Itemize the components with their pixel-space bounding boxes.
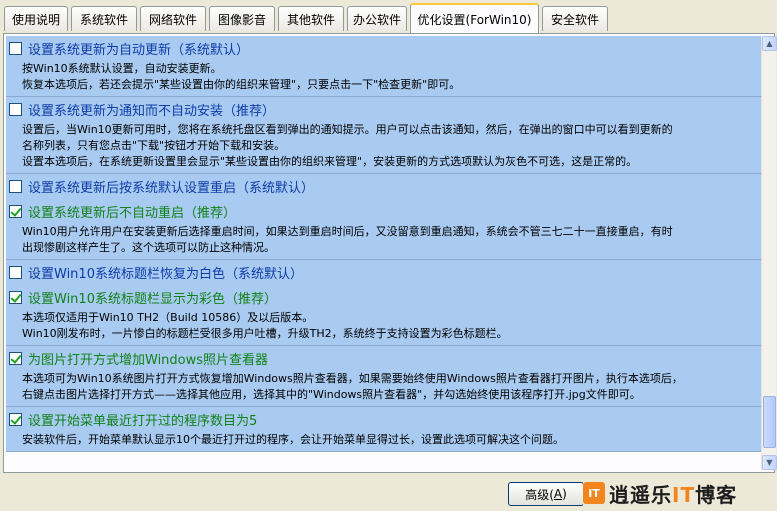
option-group-auto-update: 设置系统更新为自动更新（系统默认） 按Win10系统默认设置，自动安装更新。 恢…	[6, 36, 761, 97]
option-title: 设置系统更新为自动更新（系统默认）	[28, 43, 250, 58]
option-title: 设置系统更新后不自动重启（推荐）	[28, 206, 237, 221]
vertical-scrollbar[interactable]: ▲ ▼	[761, 36, 777, 470]
description-line: 设置后，当Win10更新可用时，您将在系统托盘区看到弹出的通知提示。用户可以点击…	[22, 123, 673, 136]
checkbox-icon[interactable]	[9, 42, 22, 55]
option-description: 本选项可为Win10系统图片打开方式恢复增加Windows照片查看器，如果需要始…	[6, 371, 761, 406]
option-description: Win10用户允许用户在安装更新后选择重启时间，如果达到重启时间后，又没留意到重…	[6, 224, 761, 259]
description-line: 设置本选项后，在系统更新设置里会显示"某些设置由你的组织来管理"，安装更新的方式…	[22, 155, 638, 168]
description-line: Win10刚发布时，一片惨白的标题栏受很多用户吐槽，升级TH2，系统终于支持设置…	[22, 327, 508, 340]
option-description: 安装软件后，开始菜单默认显示10个最近打开过的程序，会让开始菜单显得过长，设置此…	[6, 432, 761, 451]
description-line: Win10用户允许用户在安装更新后选择重启时间，如果达到重启时间后，又没留意到重…	[22, 225, 673, 238]
option-titlebar-color[interactable]: 设置Win10系统标题栏显示为彩色（推荐）	[6, 285, 761, 310]
logo-text-a: 逍遥乐	[609, 482, 672, 507]
option-photo-viewer[interactable]: 为图片打开方式增加Windows照片查看器	[6, 346, 761, 371]
checkbox-icon[interactable]	[9, 352, 22, 365]
scroll-up-arrow-icon[interactable]: ▲	[762, 36, 777, 51]
tab-security-software[interactable]: 安全软件	[542, 6, 608, 31]
option-title: 设置系统更新为通知而不自动安装（推荐）	[28, 104, 276, 119]
scroll-down-arrow-icon[interactable]: ▼	[762, 455, 777, 470]
description-line: 安装软件后，开始菜单默认显示10个最近打开过的程序，会让开始菜单显得过长，设置此…	[22, 433, 564, 446]
option-notify-update[interactable]: 设置系统更新为通知而不自动安装（推荐）	[6, 97, 761, 122]
checkbox-icon[interactable]	[9, 103, 22, 116]
checkbox-icon[interactable]	[9, 266, 22, 279]
option-titlebar-white[interactable]: 设置Win10系统标题栏恢复为白色（系统默认）	[6, 260, 761, 285]
logo-icon: IT	[583, 482, 605, 504]
checkbox-icon[interactable]	[9, 205, 22, 218]
option-description: 按Win10系统默认设置，自动安装更新。 恢复本选项后，若还会提示"某些设置由你…	[6, 61, 761, 96]
option-description: 本选项仅适用于Win10 TH2（Build 10586）及以后版本。 Win1…	[6, 310, 761, 345]
option-title: 设置Win10系统标题栏恢复为白色（系统默认）	[28, 267, 303, 282]
advanced-hotkey: A	[553, 487, 563, 501]
advanced-button[interactable]: 高级(A)	[508, 482, 584, 506]
option-group-restart: 设置系统更新后按系统默认设置重启（系统默认） 设置系统更新后不自动重启（推荐） …	[6, 174, 761, 260]
description-line: 恢复本选项后，若还会提示"某些设置由你的组织来管理"，只要点击一下"检查更新"即…	[22, 78, 461, 91]
option-group-start-menu: 设置开始菜单最近打开过的程序数目为5 安装软件后，开始菜单默认显示10个最近打开…	[6, 407, 761, 452]
description-line: 右键点击图片选择打开方式——选择其他应用，选择其中的"Windows照片查看器"…	[22, 388, 641, 401]
checkbox-icon[interactable]	[9, 291, 22, 304]
checkbox-icon[interactable]	[9, 413, 22, 426]
tab-usage[interactable]: 使用说明	[4, 6, 68, 31]
option-group-notify-update: 设置系统更新为通知而不自动安装（推荐） 设置后，当Win10更新可用时，您将在系…	[6, 97, 761, 174]
description-line: 本选项可为Win10系统图片打开方式恢复增加Windows照片查看器，如果需要始…	[22, 372, 683, 385]
tab-other-software[interactable]: 其他软件	[278, 6, 344, 31]
logo-text-b: 博客	[695, 482, 738, 507]
option-no-auto-restart[interactable]: 设置系统更新后不自动重启（推荐）	[6, 199, 761, 224]
logo-text-highlight: IT	[672, 482, 696, 507]
option-title: 设置开始菜单最近打开过的程序数目为5	[28, 414, 258, 429]
description-line: 按Win10系统默认设置，自动安装更新。	[22, 62, 222, 75]
option-auto-update[interactable]: 设置系统更新为自动更新（系统默认）	[6, 36, 761, 61]
option-group-photo-viewer: 为图片打开方式增加Windows照片查看器 本选项可为Win10系统图片打开方式…	[6, 346, 761, 407]
tab-office-software[interactable]: 办公软件	[347, 6, 407, 31]
tab-network-software[interactable]: 网络软件	[140, 6, 206, 31]
scrollbar-thumb[interactable]	[763, 396, 776, 448]
description-line: 本选项仅适用于Win10 TH2（Build 10586）及以后版本。	[22, 311, 314, 324]
option-group-titlebar: 设置Win10系统标题栏恢复为白色（系统默认） 设置Win10系统标题栏显示为彩…	[6, 260, 761, 346]
option-description: 设置后，当Win10更新可用时，您将在系统托盘区看到弹出的通知提示。用户可以点击…	[6, 122, 761, 173]
options-list: 设置系统更新为自动更新（系统默认） 按Win10系统默认设置，自动安装更新。 恢…	[6, 36, 761, 470]
options-panel: 设置系统更新为自动更新（系统默认） 按Win10系统默认设置，自动安装更新。 恢…	[3, 33, 777, 473]
option-title: 为图片打开方式增加Windows照片查看器	[28, 353, 269, 368]
description-line: 出现惨剧这样产生了。这个选项可以防止这种情况。	[22, 241, 275, 254]
advanced-suffix: )	[562, 487, 567, 501]
footer-bar: 高级(A) IT 逍遥乐IT博客	[0, 474, 777, 511]
advanced-label: 高级(	[525, 487, 554, 502]
description-line: 名称列表，只有您点击"下载"按钮才开始下载和安装。	[22, 139, 286, 152]
option-title: 设置Win10系统标题栏显示为彩色（推荐）	[28, 292, 277, 307]
logo-text: 逍遥乐IT博客	[609, 479, 737, 508]
watermark-logo: IT 逍遥乐IT博客	[583, 479, 738, 508]
option-default-restart[interactable]: 设置系统更新后按系统默认设置重启（系统默认）	[6, 174, 761, 199]
option-title: 设置系统更新后按系统默认设置重启（系统默认）	[28, 181, 315, 196]
tab-image-media[interactable]: 图像影音	[209, 6, 275, 31]
checkbox-icon[interactable]	[9, 180, 22, 193]
option-start-menu-recent[interactable]: 设置开始菜单最近打开过的程序数目为5	[6, 407, 761, 432]
tab-system-software[interactable]: 系统软件	[71, 6, 137, 31]
tab-bar: 使用说明 系统软件 网络软件 图像影音 其他软件 办公软件 优化设置(ForWi…	[0, 0, 777, 34]
tab-optimize-settings[interactable]: 优化设置(ForWin10)	[410, 3, 539, 33]
